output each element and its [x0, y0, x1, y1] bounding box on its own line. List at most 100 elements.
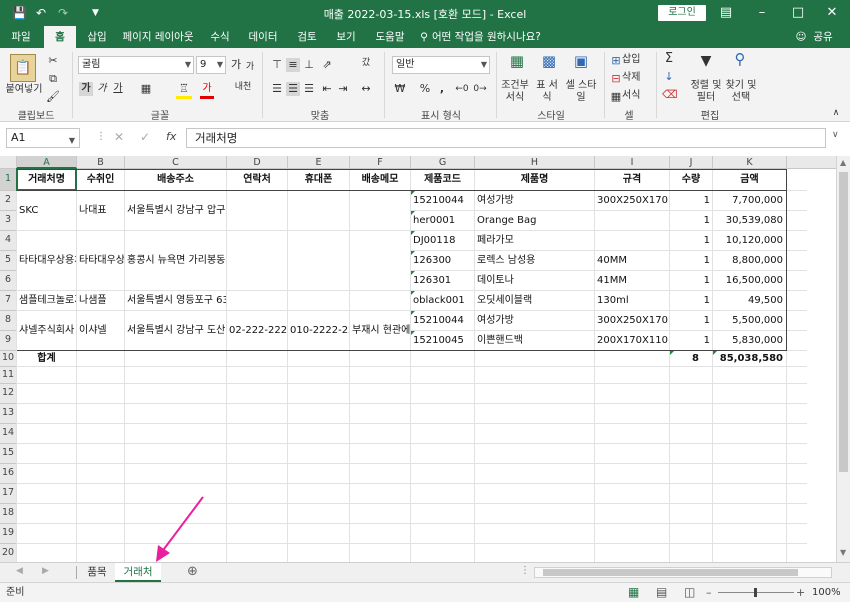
tab-help[interactable]: 도움말 — [368, 26, 412, 48]
clear-icon[interactable]: ⌫ — [662, 88, 678, 102]
total-quantity-cell[interactable]: 8 — [670, 352, 699, 366]
confirm-edit-icon[interactable]: ✓ — [140, 130, 150, 144]
tab-formulas[interactable]: 수식 — [204, 26, 236, 48]
format-as-table-button[interactable]: 표 서식 — [532, 80, 562, 104]
product-code-cell[interactable]: oblack001 — [413, 294, 474, 308]
align-left-icon[interactable]: ☰ — [270, 82, 284, 96]
vertical-scrollbar[interactable]: ▲ ▼ — [836, 156, 850, 562]
spec-cell[interactable]: 41MM — [597, 274, 669, 288]
format-cells-button[interactable]: 서식 — [622, 90, 646, 102]
amount-cell[interactable]: 30,539,080 — [713, 214, 783, 228]
row-header[interactable]: 13 — [0, 404, 17, 424]
merged-cell[interactable]: 샘플테크놀로지 — [19, 294, 76, 308]
find-select-icon[interactable]: ⚲ — [730, 52, 750, 67]
amount-cell[interactable]: 7,700,000 — [713, 194, 783, 208]
merged-cell[interactable]: SKC — [19, 204, 76, 218]
amount-cell[interactable]: 16,500,000 — [713, 274, 783, 288]
align-top-icon[interactable]: ⊤ — [270, 58, 284, 72]
column-header-k[interactable]: K — [713, 156, 787, 169]
row-header[interactable]: 5 — [0, 251, 17, 271]
quantity-cell[interactable]: 1 — [670, 334, 710, 348]
row-header[interactable]: 7 — [0, 291, 17, 311]
quantity-cell[interactable]: 1 — [670, 214, 710, 228]
tell-me-box[interactable]: 어떤 작업을 원하시나요? — [432, 26, 542, 48]
fill-color-icon[interactable]: ♖ — [176, 82, 192, 99]
add-sheet-icon[interactable]: ⊕ — [187, 564, 198, 579]
row-header[interactable]: 12 — [0, 384, 17, 404]
percent-button[interactable]: % — [418, 82, 432, 96]
header-cell[interactable]: 수량 — [670, 173, 712, 187]
font-name-select[interactable]: 굴림 ▼ — [78, 56, 194, 74]
product-name-cell[interactable]: 오딧세이블랙 — [477, 294, 594, 308]
borders-icon[interactable]: ▦ — [136, 82, 156, 96]
row-header[interactable]: 11 — [0, 367, 17, 384]
merged-cell[interactable]: 샤넬주식회사 — [19, 324, 76, 338]
page-break-view-icon[interactable]: ◫ — [684, 583, 695, 602]
autosum-icon[interactable]: Σ — [662, 52, 676, 66]
delete-cells-icon[interactable]: ⊟ — [610, 72, 622, 86]
decrease-indent-icon[interactable]: ⇤ — [320, 82, 334, 96]
bold-button[interactable]: 가 — [79, 82, 93, 96]
merged-cell[interactable]: 타타대우상용 — [79, 254, 124, 268]
insert-cells-icon[interactable]: ⊞ — [610, 54, 622, 68]
close-icon[interactable]: ✕ — [818, 3, 846, 23]
row-header[interactable]: 4 — [0, 231, 17, 251]
tab-view[interactable]: 보기 — [330, 26, 362, 48]
row-header[interactable]: 18 — [0, 504, 17, 524]
cell-styles-button[interactable]: 셀 스타일 — [564, 80, 598, 104]
zoom-slider-thumb[interactable] — [754, 588, 757, 597]
cell-styles-icon[interactable]: ▣ — [570, 54, 592, 69]
tab-file[interactable]: 파일 — [4, 26, 38, 48]
merged-cell[interactable]: 서울특별시 영등포구 63빌 — [127, 294, 226, 308]
paste-icon[interactable]: 📋 — [10, 54, 36, 82]
collapse-ribbon-icon[interactable]: ∧ — [830, 106, 842, 120]
product-name-cell[interactable]: 여성가방 — [477, 314, 594, 328]
product-code-cell[interactable]: 15210045 — [413, 334, 474, 348]
merged-cell[interactable]: 홍콩시 뉴욕면 가리봉동 — [127, 254, 226, 268]
product-name-cell[interactable]: 페라가모 — [477, 234, 594, 248]
tab-review[interactable]: 검토 — [290, 26, 324, 48]
merged-cell[interactable]: 타타대우상용차 (주) — [19, 254, 76, 268]
row-header[interactable]: 3 — [0, 211, 17, 231]
product-name-cell[interactable]: 여성가방 — [477, 194, 594, 208]
header-cell[interactable]: 연락처 — [227, 173, 287, 187]
increase-decimal-icon[interactable]: ←0 — [454, 82, 470, 96]
row-header[interactable]: 16 — [0, 464, 17, 484]
product-code-cell[interactable]: her0001 — [413, 214, 474, 228]
cut-icon[interactable]: ✂ — [46, 54, 60, 68]
scrollbar-thumb[interactable] — [839, 172, 848, 472]
column-header-b[interactable]: B — [77, 156, 125, 169]
login-button[interactable]: 로그인 — [658, 5, 706, 21]
header-cell[interactable]: 제품명 — [475, 173, 594, 187]
merged-cell[interactable]: 02-222-2222 — [229, 324, 287, 338]
merged-cell[interactable]: 서울특별시 강남구 압구정 — [127, 204, 226, 218]
tab-insert[interactable]: 삽입 — [80, 26, 114, 48]
quantity-cell[interactable]: 1 — [670, 294, 710, 308]
find-select-button[interactable]: 찾기 및 선택 — [722, 80, 760, 104]
sort-filter-button[interactable]: 정렬 및 필터 — [688, 80, 724, 104]
quantity-cell[interactable]: 1 — [670, 254, 710, 268]
column-header-g[interactable]: G — [411, 156, 475, 169]
header-cell[interactable]: 제품코드 — [411, 173, 474, 187]
align-bottom-icon[interactable]: ⊥ — [302, 58, 316, 72]
row-header[interactable]: 9 — [0, 331, 17, 351]
underline-button[interactable]: 가 — [111, 82, 125, 96]
share-button[interactable]: 공유 — [810, 26, 836, 48]
conditional-format-icon[interactable]: ▦ — [506, 54, 528, 69]
phonetic-button[interactable]: 내천 — [234, 80, 252, 94]
column-header-i[interactable]: I — [595, 156, 670, 169]
row-header[interactable]: 10 — [0, 351, 17, 367]
align-right-icon[interactable]: ☰ — [302, 82, 316, 96]
column-header-d[interactable]: D — [227, 156, 288, 169]
zoom-out-icon[interactable]: – — [706, 583, 712, 602]
wrap-text-button[interactable]: 갔 — [358, 56, 374, 70]
merged-cell[interactable]: 부재시 현관에 — [352, 324, 410, 338]
quantity-cell[interactable]: 1 — [670, 194, 710, 208]
decrease-decimal-icon[interactable]: 0→ — [472, 82, 488, 96]
maximize-icon[interactable]: □ — [784, 3, 812, 23]
page-layout-view-icon[interactable]: ▤ — [656, 583, 667, 602]
product-code-cell[interactable]: 15210044 — [413, 194, 474, 208]
amount-cell[interactable]: 8,800,000 — [713, 254, 783, 268]
merged-cell[interactable]: 010-2222-2222 — [290, 324, 349, 338]
spec-cell[interactable]: 300X250X170 — [597, 314, 669, 328]
